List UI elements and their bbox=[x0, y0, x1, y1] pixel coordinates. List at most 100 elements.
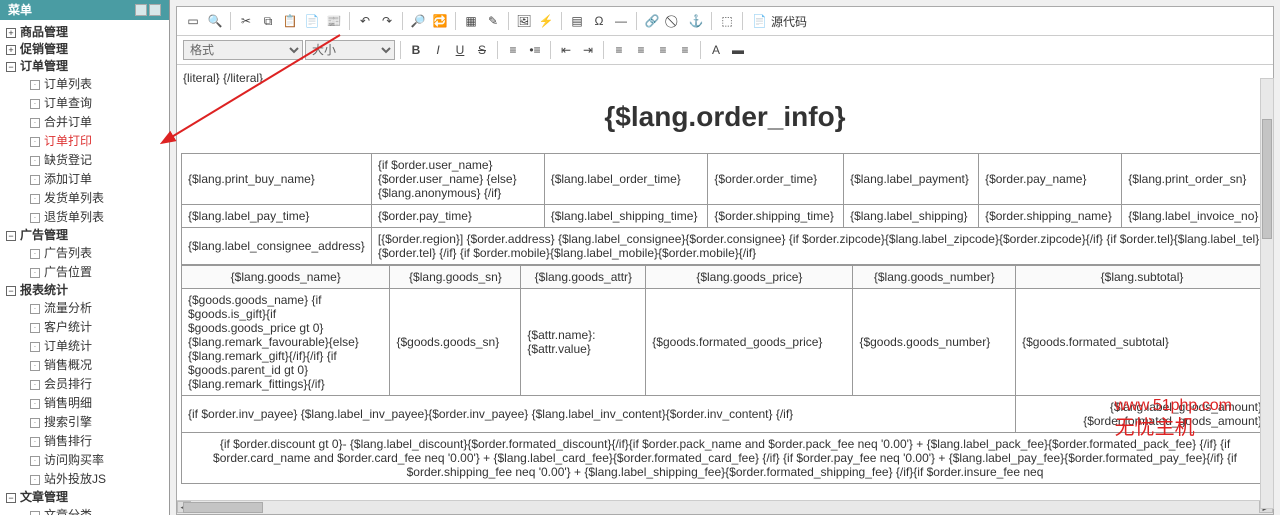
tool-link[interactable]: 🔗 bbox=[642, 11, 662, 31]
tool-hr[interactable]: ― bbox=[611, 11, 631, 31]
menu-item-search-eng[interactable]: ·搜索引擎 bbox=[30, 413, 169, 432]
menu-item-sales-over[interactable]: ·销售概况 bbox=[30, 356, 169, 375]
tool-preview[interactable]: 🔍 bbox=[205, 11, 225, 31]
inv-cell: {if $order.inv_payee} {$lang.label_inv_p… bbox=[182, 396, 1016, 433]
tool-indent[interactable]: ⇥ bbox=[578, 40, 598, 60]
tool-textcolor[interactable]: A bbox=[706, 40, 726, 60]
goods-cell: {$goods.goods_sn} bbox=[390, 289, 521, 396]
menu-item-delivery-list[interactable]: ·发货单列表 bbox=[30, 189, 169, 208]
menu-item-order-stat[interactable]: ·订单统计 bbox=[30, 337, 169, 356]
menu-item-flow[interactable]: ·流量分析 bbox=[30, 299, 169, 318]
h-scroll-thumb[interactable] bbox=[183, 502, 263, 513]
goods-header: {$lang.goods_number} bbox=[853, 266, 1016, 289]
tool-table[interactable]: ▤ bbox=[567, 11, 587, 31]
tool-outdent[interactable]: ⇤ bbox=[556, 40, 576, 60]
inv-right-cell: {$lang.label_goods_amount}{$order.format… bbox=[1016, 396, 1269, 433]
leaf-icon: · bbox=[30, 323, 40, 333]
tool-ul[interactable]: •≡ bbox=[525, 40, 545, 60]
menu-group-label: 订单管理 bbox=[20, 58, 68, 75]
tool-underline[interactable]: U bbox=[450, 40, 470, 60]
menu-item-customer[interactable]: · 客户统计 bbox=[30, 318, 169, 337]
tool-selectall[interactable]: ▦ bbox=[461, 11, 481, 31]
tool-align-justify[interactable]: ≡ bbox=[675, 40, 695, 60]
menu-title: 菜单 bbox=[8, 0, 32, 20]
menu-group-promo[interactable]: +促销管理 bbox=[6, 41, 169, 58]
tool-anchor[interactable]: ⚓ bbox=[686, 11, 706, 31]
menu-group-label: 广告管理 bbox=[20, 227, 68, 244]
goods-header: {$lang.goods_sn} bbox=[390, 266, 521, 289]
menu-item-visit-buy[interactable]: ·访问购买率 bbox=[30, 451, 169, 470]
menu-item-merge-order[interactable]: ·合并订单 bbox=[30, 113, 169, 132]
menu-item-member-rank[interactable]: · 会员排行 bbox=[30, 375, 169, 394]
menu-item-order-list[interactable]: ·订单列表 bbox=[30, 75, 169, 94]
tool-special[interactable]: Ω bbox=[589, 11, 609, 31]
leaf-icon: · bbox=[30, 380, 40, 390]
tool-paste[interactable]: 📋 bbox=[280, 11, 300, 31]
tool-redo[interactable]: ↷ bbox=[377, 11, 397, 31]
tool-ol[interactable]: ≡ bbox=[503, 40, 523, 60]
menu-item-label: 会员排行 bbox=[44, 376, 92, 393]
menu-item-label: 访问购买率 bbox=[44, 452, 104, 469]
menu-item-site-js[interactable]: ·站外投放JS bbox=[30, 470, 169, 489]
tool-cut[interactable]: ✂ bbox=[236, 11, 256, 31]
menu-item-label: 客户统计 bbox=[44, 319, 92, 336]
goods-cell: {$goods.goods_name} {if $goods.is_gift}{… bbox=[182, 289, 390, 396]
menu-item-add-order[interactable]: ·添加订单 bbox=[30, 170, 169, 189]
tool-unlink[interactable]: ⃠ bbox=[664, 11, 684, 31]
menu-group-label: 文章管理 bbox=[20, 489, 68, 506]
menu-item-order-query[interactable]: ·订单查询 bbox=[30, 94, 169, 113]
menu-coll-icon[interactable] bbox=[149, 4, 161, 16]
expand-icon: + bbox=[6, 28, 16, 38]
tool-paste-text[interactable]: 📄 bbox=[302, 11, 322, 31]
tool-find[interactable]: 🔎 bbox=[408, 11, 428, 31]
v-scrollbar[interactable] bbox=[1260, 78, 1274, 509]
tool-flash[interactable]: ⚡ bbox=[536, 11, 556, 31]
menu-item-return-list[interactable]: ·退货单列表 bbox=[30, 208, 169, 227]
page-title: {$lang.order_info} bbox=[181, 101, 1269, 133]
info-cell: {$lang.label_consignee_address} bbox=[182, 228, 372, 265]
size-select[interactable]: 大小 bbox=[305, 40, 395, 60]
menu-item-oos[interactable]: ·缺货登记 bbox=[30, 151, 169, 170]
toolbar-row-2: 格式 大小 B I U S ≡ •≡ ⇤ ⇥ ≡ ≡ ≡ ≡ bbox=[177, 36, 1273, 65]
menu-item-label: 发货单列表 bbox=[44, 190, 104, 207]
leaf-icon: · bbox=[30, 342, 40, 352]
menu-group-orders[interactable]: −订单管理 bbox=[6, 58, 169, 75]
tool-new[interactable]: ▭ bbox=[183, 11, 203, 31]
tool-align-center[interactable]: ≡ bbox=[631, 40, 651, 60]
v-scroll-thumb[interactable] bbox=[1262, 119, 1272, 239]
tool-bgcolor[interactable]: ▬ bbox=[728, 40, 748, 60]
tool-blocks[interactable]: ⬚ bbox=[717, 11, 737, 31]
h-scrollbar[interactable]: ◀ ▶ bbox=[177, 500, 1273, 514]
menu-min-icon[interactable] bbox=[135, 4, 147, 16]
menu-item-ad-list[interactable]: ·广告列表 bbox=[30, 244, 169, 263]
menu-tree: +商品管理+促销管理−订单管理·订单列表·订单查询·合并订单·订单打印·缺货登记… bbox=[0, 20, 169, 515]
tool-undo[interactable]: ↶ bbox=[355, 11, 375, 31]
leaf-icon: · bbox=[30, 156, 40, 166]
menu-group-articles[interactable]: −文章管理 bbox=[6, 489, 169, 506]
tool-italic[interactable]: I bbox=[428, 40, 448, 60]
tool-image[interactable]: 🖼 bbox=[514, 11, 534, 31]
menu-group-goods[interactable]: +商品管理 bbox=[6, 24, 169, 41]
menu-group-reports[interactable]: −报表统计 bbox=[6, 282, 169, 299]
source-button[interactable]: 📄 源代码 bbox=[748, 11, 811, 31]
info-cell: {$order.pay_name} bbox=[979, 154, 1122, 205]
leaf-icon: · bbox=[30, 511, 40, 515]
menu-item-sales-detail[interactable]: ·销售明细 bbox=[30, 394, 169, 413]
format-select[interactable]: 格式 bbox=[183, 40, 303, 60]
tool-align-left[interactable]: ≡ bbox=[609, 40, 629, 60]
tool-replace[interactable]: 🔁 bbox=[430, 11, 450, 31]
menu-item-order-print[interactable]: ·订单打印 bbox=[30, 132, 169, 151]
tool-align-right[interactable]: ≡ bbox=[653, 40, 673, 60]
tool-bold[interactable]: B bbox=[406, 40, 426, 60]
tool-strike[interactable]: S bbox=[472, 40, 492, 60]
menu-item-article-cat[interactable]: ·文章分类 bbox=[30, 506, 169, 515]
leaf-icon: · bbox=[30, 418, 40, 428]
tool-copy[interactable]: ⧉ bbox=[258, 11, 278, 31]
tool-clearfmt[interactable]: ✎ bbox=[483, 11, 503, 31]
editor-content[interactable]: {literal} {/literal} {$lang.order_info} … bbox=[177, 65, 1273, 500]
menu-group-ads[interactable]: −广告管理 bbox=[6, 227, 169, 244]
tool-paste-word[interactable]: 📰 bbox=[324, 11, 344, 31]
info-cell: {$lang.print_buy_name} bbox=[182, 154, 372, 205]
menu-item-sales-rank[interactable]: ·销售排行 bbox=[30, 432, 169, 451]
menu-item-ad-pos[interactable]: ·广告位置 bbox=[30, 263, 169, 282]
